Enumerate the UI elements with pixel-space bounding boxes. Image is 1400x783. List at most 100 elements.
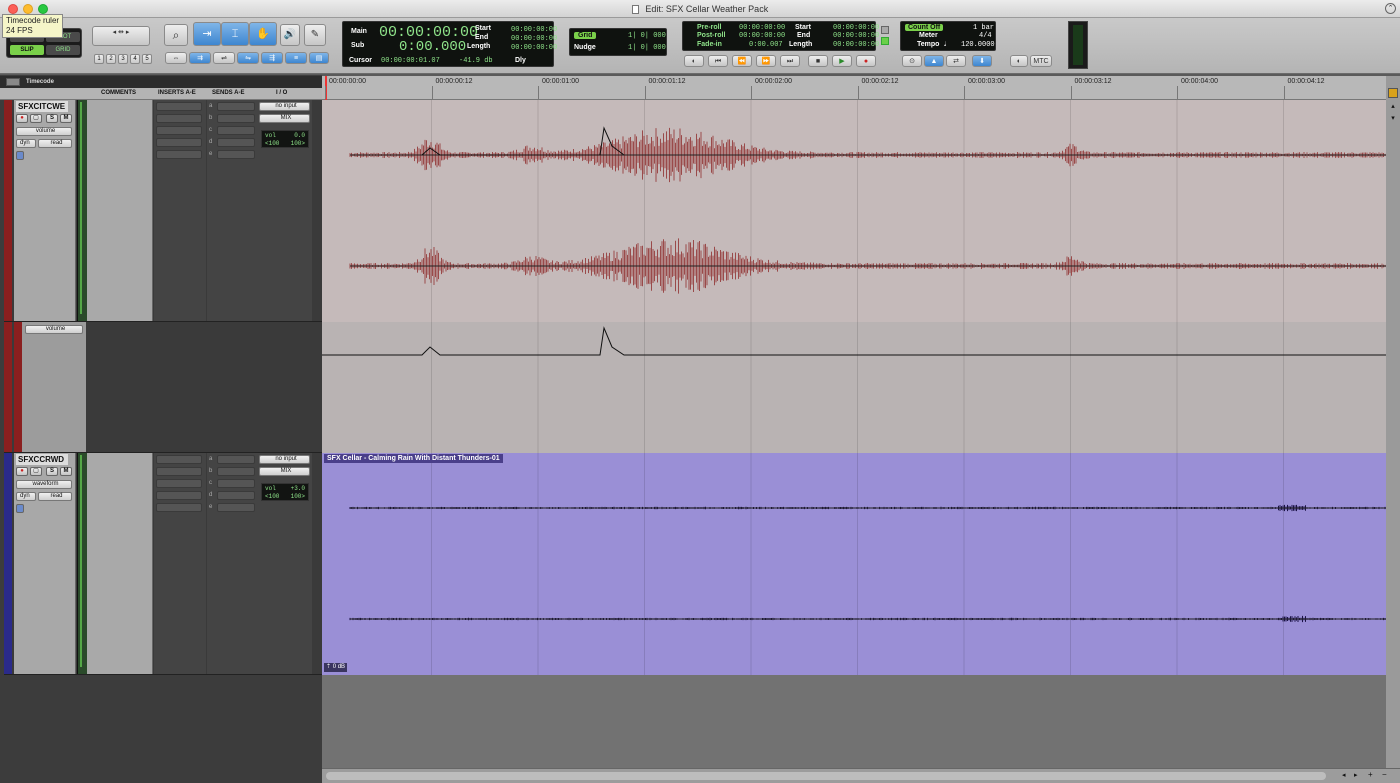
fast-forward-button[interactable]: ⏩	[756, 55, 776, 67]
conductor-button[interactable]: ⬇	[972, 55, 992, 67]
postroll-value[interactable]: 00:00:00:00	[739, 32, 785, 40]
volume-value[interactable]: +3.0	[291, 485, 305, 492]
ruler-menu-icon[interactable]	[6, 78, 20, 86]
track-1-clip-lane[interactable]	[322, 100, 1386, 322]
volume-automation-line[interactable]	[322, 322, 1386, 453]
meter-value[interactable]: 4/4	[979, 32, 992, 40]
horizontal-scroll-thumb[interactable]	[326, 772, 1326, 780]
link-track-button[interactable]: ⇌	[213, 52, 235, 64]
send-slot[interactable]	[217, 138, 255, 147]
output-selector[interactable]: MIX	[259, 114, 310, 123]
record-enable-button[interactable]: ●	[16, 114, 28, 123]
dyn-selector[interactable]: dyn	[16, 139, 36, 148]
dyn-selector[interactable]: dyn	[16, 492, 36, 501]
selection-end-value[interactable]: 00:00:00:00	[511, 35, 557, 43]
track-view-selector[interactable]: waveform	[16, 480, 72, 489]
countoff-label[interactable]: Count Off	[905, 24, 944, 31]
track-view-selector[interactable]: volume	[16, 127, 72, 136]
grid-mode-button[interactable]: GRID	[46, 45, 80, 55]
transport-start-value[interactable]: 00:00:00:00	[833, 24, 879, 32]
selection-start-value[interactable]: 00:00:00:00	[511, 26, 557, 34]
grabber-tool-button[interactable]: ✋	[249, 22, 277, 46]
input-monitor-button[interactable]: ▢	[30, 467, 42, 476]
insert-slot[interactable]	[156, 102, 202, 111]
zoom-preset-4[interactable]: 4	[130, 54, 140, 64]
vertical-scrollbar[interactable]: ▴ ▾	[1386, 76, 1400, 770]
comments-field[interactable]	[87, 100, 153, 321]
preroll-value[interactable]: 00:00:00:00	[739, 24, 785, 32]
pan-left-value[interactable]: <100	[265, 493, 279, 500]
volume-pan-box[interactable]: vol 0.0 <100 100>	[261, 130, 309, 148]
zoom-in-icon[interactable]: +	[1368, 770, 1378, 779]
solo-button[interactable]: S	[46, 467, 58, 476]
scroll-down-icon[interactable]: ▾	[1388, 114, 1398, 124]
transport-length-value[interactable]: 00:00:00:00	[833, 41, 879, 49]
zoomer-tool-button[interactable]: ⌕	[164, 24, 188, 46]
mirror-midi-button[interactable]: ⇶	[261, 52, 283, 64]
track-name[interactable]: SFXCCRWD	[16, 454, 68, 465]
input-selector[interactable]: no input	[259, 455, 310, 464]
online-button[interactable]: ◐	[684, 55, 704, 67]
empty-track-area[interactable]	[322, 675, 1386, 768]
zoom-out-icon[interactable]: −	[1382, 770, 1392, 779]
tempo-value[interactable]: 120.0000	[961, 41, 995, 49]
pan-right-value[interactable]: 100>	[291, 140, 305, 147]
insert-slot[interactable]	[156, 467, 202, 476]
send-slot[interactable]	[217, 150, 255, 159]
zoom-preset-2[interactable]: 2	[106, 54, 116, 64]
minimize-window-icon[interactable]	[23, 4, 33, 14]
send-slot[interactable]	[217, 455, 255, 464]
fadein-label[interactable]: Fade-in	[697, 41, 722, 48]
insert-slot[interactable]	[156, 503, 202, 512]
ruler-options-icon[interactable]	[1388, 88, 1398, 98]
solo-button[interactable]: S	[46, 114, 58, 123]
input-selector[interactable]: no input	[259, 102, 310, 111]
pencil-tool-button[interactable]: ✎	[304, 24, 326, 46]
volume-automation-lane[interactable]	[322, 322, 1386, 453]
commands-focus-button[interactable]: ▤	[309, 52, 329, 64]
selector-tool-button[interactable]: ⌶	[221, 22, 249, 46]
nudge-value[interactable]: 1| 0| 000	[628, 44, 666, 52]
insert-slot[interactable]	[156, 150, 202, 159]
insert-slot[interactable]	[156, 126, 202, 135]
slip-mode-button[interactable]: SLIP	[10, 45, 44, 55]
delay-label[interactable]: Dly	[515, 57, 526, 64]
play-button[interactable]: ▶	[832, 55, 852, 67]
send-slot[interactable]	[217, 467, 255, 476]
send-slot[interactable]	[217, 126, 255, 135]
record-button[interactable]: ●	[856, 55, 876, 67]
scroll-right-icon[interactable]: ▸	[1354, 771, 1364, 779]
preroll-label[interactable]: Pre-roll	[697, 24, 722, 31]
mute-button[interactable]: M	[60, 467, 72, 476]
comments-field[interactable]	[87, 453, 153, 674]
nudge-label[interactable]: Nudge	[574, 44, 596, 51]
trim-tool-button[interactable]: ⇥	[193, 22, 221, 46]
input-monitor-button[interactable]: ▢	[30, 114, 42, 123]
meter-label[interactable]: Meter	[919, 32, 938, 39]
zoom-out-button[interactable]: ◂ ⇹ ▸	[92, 26, 150, 46]
automation-overlay-curve[interactable]	[421, 126, 625, 156]
automation-mode-selector[interactable]: read	[38, 139, 72, 148]
scroll-up-icon[interactable]: ▴	[1388, 102, 1398, 112]
volume-pan-box[interactable]: vol +3.0 <100 100>	[261, 483, 309, 501]
tab-to-transient-button[interactable]: ⇔	[165, 52, 187, 64]
send-slot[interactable]	[217, 102, 255, 111]
collapse-toolbar-icon[interactable]: ⌃	[1385, 3, 1396, 14]
transport-end-value[interactable]: 00:00:00:00	[833, 32, 879, 40]
send-slot[interactable]	[217, 479, 255, 488]
go-to-end-button[interactable]: ⏭	[780, 55, 800, 67]
postroll-label[interactable]: Post-roll	[697, 32, 725, 39]
zoom-preset-1[interactable]: 1	[94, 54, 104, 64]
insertion-follows-button[interactable]: ⇋	[237, 52, 259, 64]
insert-slot[interactable]	[156, 114, 202, 123]
zoom-preset-5[interactable]: 5	[142, 54, 152, 64]
zoom-window-icon[interactable]	[38, 4, 48, 14]
tempo-label[interactable]: Tempo	[917, 41, 939, 48]
insert-slot[interactable]	[156, 455, 202, 464]
return-to-zero-button[interactable]: ⏮	[708, 55, 728, 67]
send-slot[interactable]	[217, 114, 255, 123]
track-name[interactable]: SFXCITCWE	[16, 101, 68, 112]
grid-label[interactable]: Grid	[574, 32, 597, 39]
track-2-clip-lane[interactable]: SFX Cellar - Calming Rain With Distant T…	[322, 453, 1386, 675]
pan-left-value[interactable]: <100	[265, 140, 279, 147]
